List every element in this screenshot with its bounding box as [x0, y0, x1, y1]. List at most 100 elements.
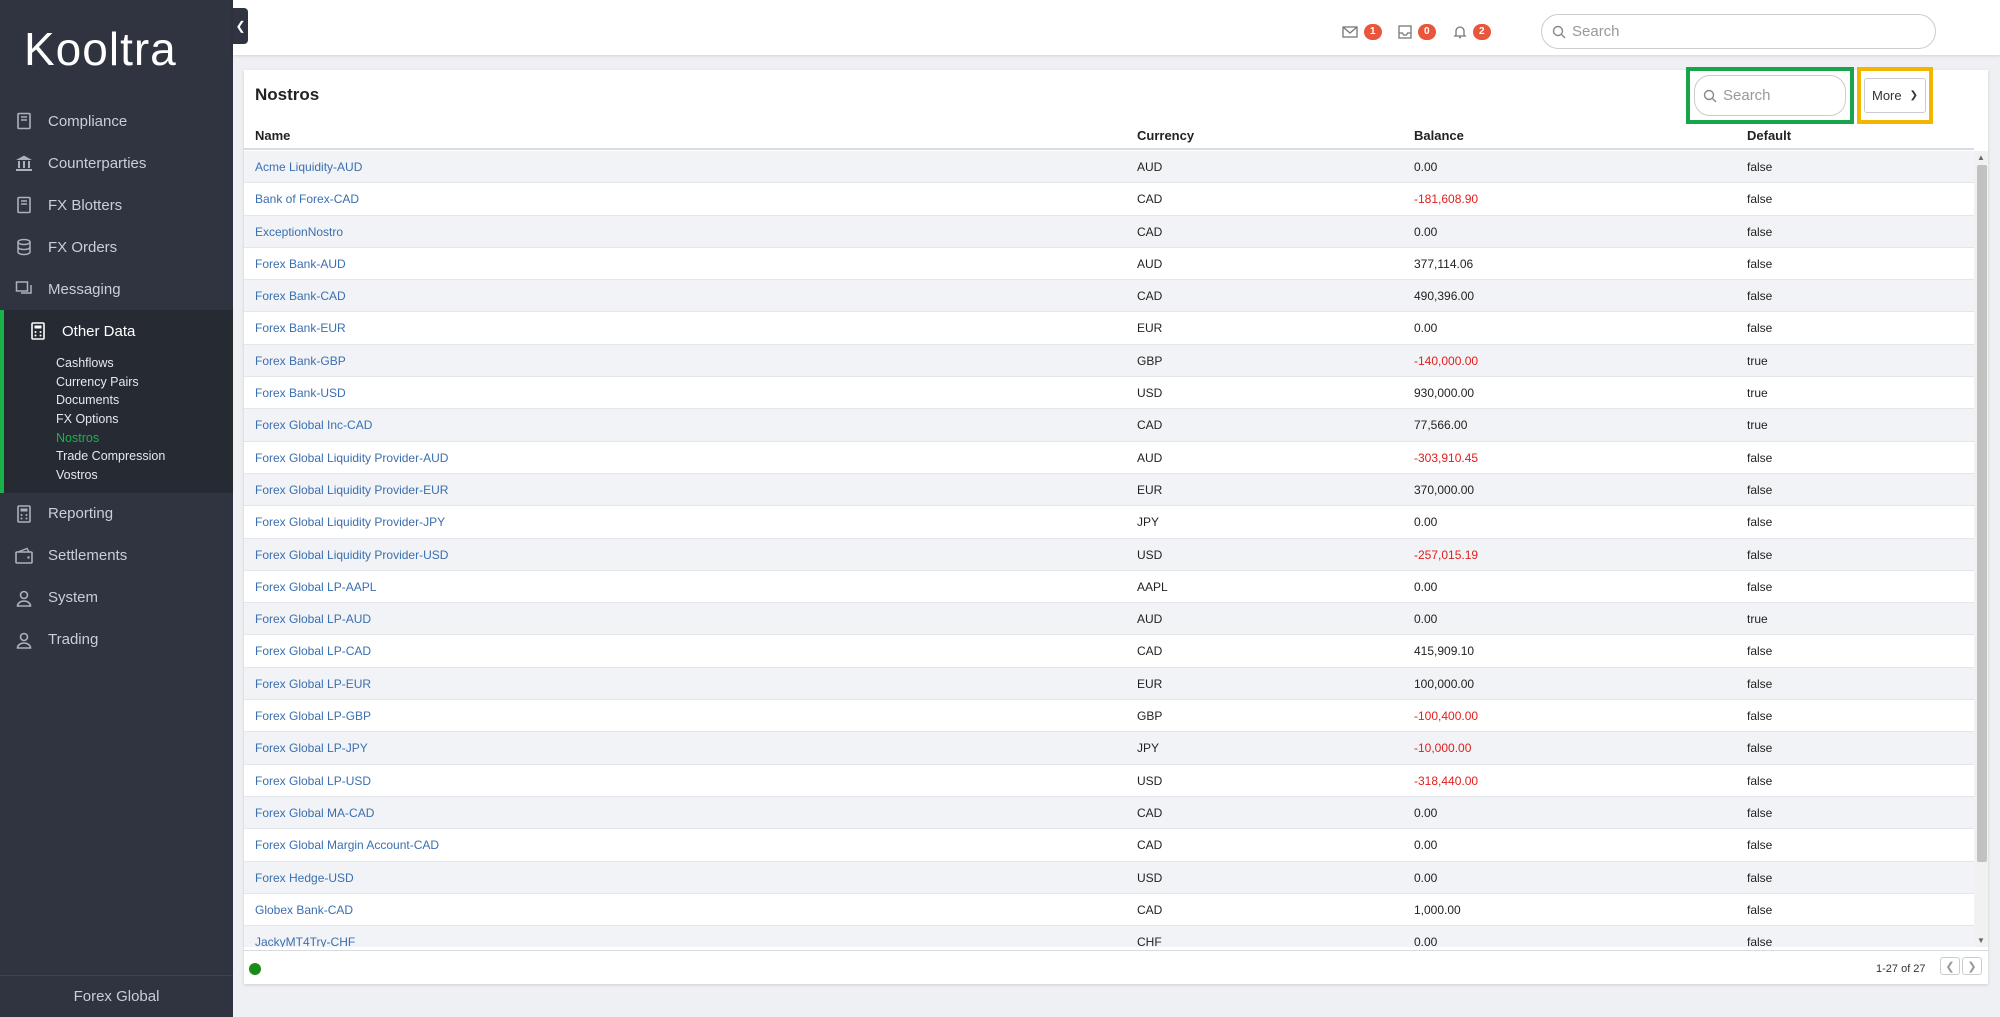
- scrollbar-thumb[interactable]: [1977, 165, 1987, 862]
- nostro-name-link[interactable]: Forex Global Liquidity Provider-JPY: [255, 506, 445, 538]
- nostro-name-link[interactable]: Forex Global LP-USD: [255, 765, 371, 797]
- nostro-name-link[interactable]: Acme Liquidity-AUD: [255, 151, 362, 183]
- panel-search-input[interactable]: [1723, 87, 1844, 104]
- user-icon: [14, 630, 34, 650]
- table-row[interactable]: Forex Global LP-USD USD -318,440.00 false: [244, 764, 1974, 797]
- column-header-default[interactable]: Default: [1747, 128, 1791, 143]
- sidebar-item-label: Counterparties: [48, 154, 147, 172]
- sidebar-item-label: Reporting: [48, 505, 114, 523]
- sidebar-item-reporting[interactable]: Reporting: [0, 493, 233, 535]
- nostro-name-link[interactable]: Forex Global LP-JPY: [255, 732, 368, 764]
- submenu-item-trade-compression[interactable]: Trade Compression: [56, 447, 233, 466]
- currency-cell: AUD: [1137, 160, 1163, 174]
- nostro-name-link[interactable]: Forex Global LP-EUR: [255, 668, 371, 700]
- table-row[interactable]: ExceptionNostro CAD 0.00 false: [244, 215, 1974, 248]
- nostro-name-link[interactable]: Forex Global Liquidity Provider-AUD: [255, 442, 448, 474]
- table-row[interactable]: Forex Bank-USD USD 930,000.00 true: [244, 377, 1974, 410]
- scroll-down-icon[interactable]: ▼: [1976, 936, 1986, 945]
- nostro-name-link[interactable]: Forex Global Inc-CAD: [255, 409, 372, 441]
- table-row[interactable]: Forex Bank-GBP GBP -140,000.00 true: [244, 344, 1974, 378]
- table-row[interactable]: Forex Global Margin Account-CAD CAD 0.00 fa…: [244, 829, 1974, 862]
- table-scrollbar[interactable]: ▲ ▼: [1974, 151, 1988, 947]
- table-row[interactable]: JackyMT4Try-CHF CHF 0.00 false: [244, 926, 1974, 947]
- table-row[interactable]: Forex Global LP-JPY JPY -10,000.00 false: [244, 732, 1974, 765]
- submenu-item-documents[interactable]: Documents: [56, 391, 233, 410]
- panel-search[interactable]: [1694, 75, 1846, 116]
- scroll-up-icon[interactable]: ▲: [1976, 153, 1986, 162]
- mail-notification[interactable]: 1: [1342, 24, 1382, 40]
- collapse-sidebar-button[interactable]: ❮: [233, 8, 248, 44]
- nostro-name-link[interactable]: Forex Hedge-USD: [255, 862, 354, 894]
- sidebar-item-other-data[interactable]: Other Data: [0, 310, 233, 352]
- table-row[interactable]: Forex Bank-CAD CAD 490,396.00 false: [244, 280, 1974, 313]
- sidebar-item-fx-blotters[interactable]: FX Blotters: [0, 184, 233, 226]
- submenu-item-fx-options[interactable]: FX Options: [56, 410, 233, 429]
- table-row[interactable]: Forex Global Liquidity Provider-USD USD -2…: [244, 538, 1974, 571]
- nostro-name-link[interactable]: Forex Global LP-GBP: [255, 700, 371, 732]
- table-row[interactable]: Forex Global LP-EUR EUR 100,000.00 false: [244, 667, 1974, 701]
- table-row[interactable]: Globex Bank-CAD CAD 1,000.00 false: [244, 893, 1974, 927]
- nostro-name-link[interactable]: Bank of Forex-CAD: [255, 183, 359, 215]
- nostro-name-link[interactable]: Forex Global Margin Account-CAD: [255, 829, 439, 861]
- nostro-name-link[interactable]: Globex Bank-CAD: [255, 894, 353, 926]
- table-row[interactable]: Forex Global LP-AAPL AAPL 0.00 false: [244, 570, 1974, 604]
- nostro-name-link[interactable]: Forex Bank-USD: [255, 377, 346, 409]
- table-row[interactable]: Forex Global LP-CAD CAD 415,909.10 false: [244, 635, 1974, 668]
- inbox-icon: [1398, 25, 1412, 39]
- nostro-name-link[interactable]: JackyMT4Try-CHF: [255, 926, 355, 947]
- column-header-balance[interactable]: Balance: [1414, 128, 1464, 143]
- sidebar-item-system[interactable]: System: [0, 577, 233, 619]
- column-header-name[interactable]: Name: [255, 128, 290, 143]
- nostro-name-link[interactable]: Forex Bank-CAD: [255, 280, 346, 312]
- nostro-name-link[interactable]: Forex Global LP-AAPL: [255, 571, 376, 603]
- global-search-input[interactable]: [1572, 23, 1898, 40]
- table-row[interactable]: Bank of Forex-CAD CAD -181,608.90 false: [244, 183, 1974, 216]
- table-row[interactable]: Forex Bank-AUD AUD 377,114.06 false: [244, 247, 1974, 281]
- inbox-notification[interactable]: 0: [1398, 24, 1436, 40]
- column-header-currency[interactable]: Currency: [1137, 128, 1194, 143]
- sidebar-item-settlements[interactable]: Settlements: [0, 535, 233, 577]
- nostro-name-link[interactable]: Forex Global Liquidity Provider-EUR: [255, 474, 448, 506]
- table-row[interactable]: Forex Global MA-CAD CAD 0.00 false: [244, 796, 1974, 830]
- bank-icon: [14, 153, 34, 173]
- submenu-item-currency-pairs[interactable]: Currency Pairs: [56, 373, 233, 392]
- submenu-item-cashflows[interactable]: Cashflows: [56, 354, 233, 373]
- nostro-name-link[interactable]: Forex Global LP-AUD: [255, 603, 371, 635]
- balance-cell: 370,000.00: [1414, 482, 1475, 497]
- balance-cell: 490,396.00: [1414, 289, 1475, 304]
- nostro-name-link[interactable]: Forex Bank-AUD: [255, 248, 346, 280]
- kooltra-logo[interactable]: Kooltra: [24, 22, 177, 76]
- nostro-name-link[interactable]: Forex Global LP-CAD: [255, 635, 371, 667]
- table-row[interactable]: Forex Global Liquidity Provider-AUD AUD -3…: [244, 441, 1974, 474]
- nostro-name-link[interactable]: Forex Bank-EUR: [255, 312, 346, 344]
- more-button[interactable]: More ❯: [1864, 78, 1926, 113]
- nostro-name-link[interactable]: ExceptionNostro: [255, 216, 343, 248]
- sidebar-item-counterparties[interactable]: Counterparties: [0, 142, 233, 184]
- table-row[interactable]: Forex Global LP-AUD AUD 0.00 true: [244, 603, 1974, 636]
- submenu-item-nostros[interactable]: Nostros: [56, 429, 233, 448]
- table-row[interactable]: Forex Bank-EUR EUR 0.00 false: [244, 312, 1974, 345]
- table-row[interactable]: Forex Global Liquidity Provider-JPY JPY 0.…: [244, 506, 1974, 539]
- balance-cell: 0.00: [1414, 224, 1438, 239]
- table-row[interactable]: Forex Global Liquidity Provider-EUR EUR 37…: [244, 473, 1974, 507]
- sidebar-item-messaging[interactable]: Messaging: [0, 268, 233, 310]
- previous-page-button[interactable]: ❮: [1940, 957, 1960, 975]
- sidebar-item-trading[interactable]: Trading: [0, 619, 233, 661]
- table-row[interactable]: Acme Liquidity-AUD AUD 0.00 false: [244, 151, 1974, 184]
- sidebar-item-compliance[interactable]: Compliance: [0, 100, 233, 142]
- bell-notification[interactable]: 2: [1453, 24, 1491, 40]
- table-row[interactable]: Forex Global LP-GBP GBP -100,400.00 false: [244, 700, 1974, 733]
- table-row[interactable]: Forex Global Inc-CAD CAD 77,566.00 true: [244, 409, 1974, 442]
- organization-name: Forex Global: [0, 975, 233, 1017]
- global-search[interactable]: [1541, 14, 1936, 49]
- nostro-name-link[interactable]: Forex Global MA-CAD: [255, 797, 374, 829]
- table-row[interactable]: Forex Hedge-USD USD 0.00 false: [244, 861, 1974, 894]
- currency-cell: CAD: [1137, 224, 1163, 239]
- submenu-item-vostros[interactable]: Vostros: [56, 466, 233, 485]
- currency-cell: USD: [1137, 386, 1163, 401]
- nostro-name-link[interactable]: Forex Global Liquidity Provider-USD: [255, 539, 448, 571]
- nostro-name-link[interactable]: Forex Bank-GBP: [255, 345, 346, 377]
- balance-cell: 100,000.00: [1414, 676, 1475, 691]
- next-page-button[interactable]: ❯: [1962, 957, 1982, 975]
- sidebar-item-fx-orders[interactable]: FX Orders: [0, 226, 233, 268]
